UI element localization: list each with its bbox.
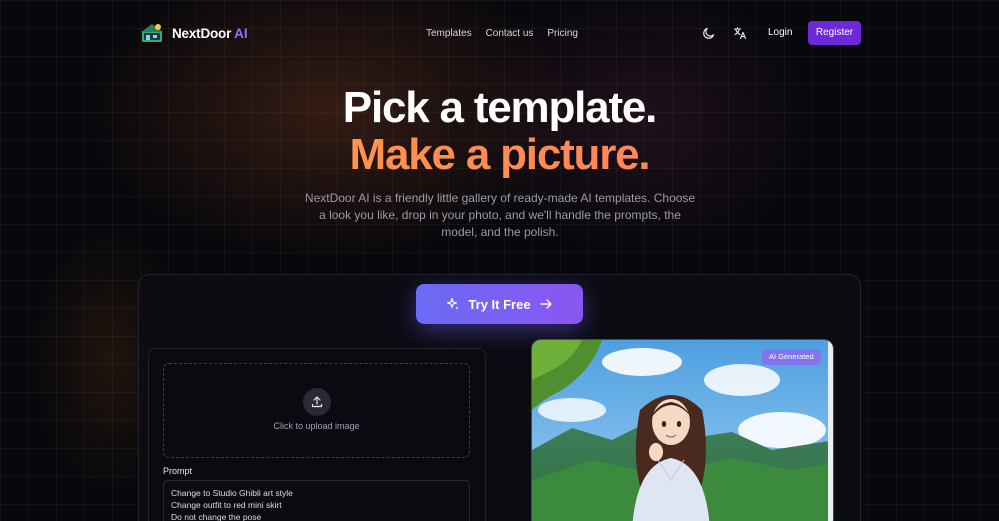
upload-label: Click to upload image xyxy=(273,421,360,431)
nav-link-contact[interactable]: Contact us xyxy=(486,28,534,39)
ai-generated-badge: AI Generated xyxy=(762,349,821,365)
sparkles-icon xyxy=(447,297,460,310)
moon-icon[interactable] xyxy=(702,26,716,40)
prompt-line: Change to Studio Ghibli art style xyxy=(171,488,293,498)
nav-links: Templates Contact us Pricing xyxy=(426,21,578,45)
register-button[interactable]: Register xyxy=(808,21,861,45)
nav-link-pricing[interactable]: Pricing xyxy=(547,28,578,39)
nav-link-templates[interactable]: Templates xyxy=(426,28,472,39)
try-it-free-button[interactable]: Try It Free xyxy=(416,284,583,324)
brand-ai: AI xyxy=(234,25,248,41)
prompt-label: Prompt xyxy=(163,466,193,476)
hero-title: Pick a template. Make a picture. xyxy=(0,84,999,178)
translate-icon[interactable] xyxy=(733,26,747,40)
brand-name: NextDoor xyxy=(172,25,232,41)
brand-logo[interactable]: NextDoor AI xyxy=(140,21,248,45)
hero-title-line1: Pick a template. xyxy=(342,83,658,132)
try-it-free-label: Try It Free xyxy=(468,296,531,312)
upload-icon xyxy=(311,396,323,408)
login-button[interactable]: Login xyxy=(768,21,792,45)
house-logo-icon xyxy=(141,24,163,42)
generated-image xyxy=(531,339,834,521)
prompt-line: Change outfit to red mini skirt xyxy=(171,500,282,510)
upload-button[interactable] xyxy=(303,388,331,416)
arrow-right-icon xyxy=(539,299,552,309)
prompt-textarea[interactable]: Change to Studio Ghibli art style Change… xyxy=(163,480,470,521)
hero-description: NextDoor AI is a friendly little gallery… xyxy=(304,191,696,239)
top-navigation: NextDoor AI Templates Contact us Pricing… xyxy=(0,21,999,45)
generated-image-illustration xyxy=(532,340,833,521)
hero-title-line2: Make a picture. xyxy=(0,131,999,178)
prompt-line: Do not change the pose xyxy=(171,512,262,521)
